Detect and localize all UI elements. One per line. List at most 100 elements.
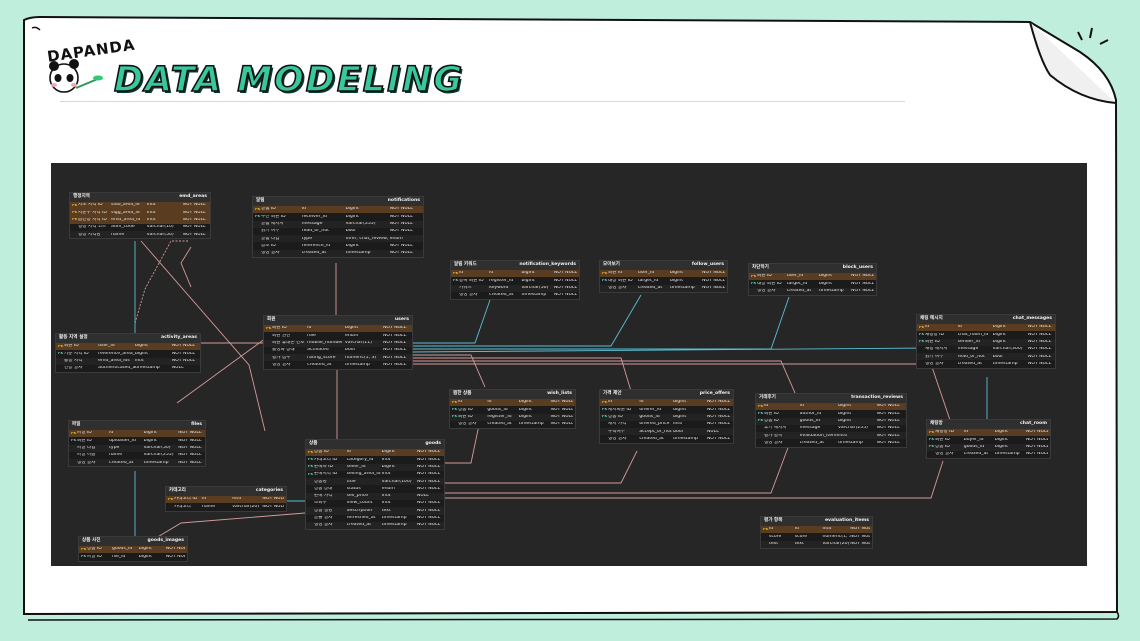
table-row: FK 회원 ID buyer_id bigint NOT NULL: [927, 436, 1050, 443]
table-row: PKididint4NOT NULL: [761, 526, 872, 534]
table-label: 평가 항목: [764, 518, 783, 524]
table-header: 가격 제안 price_offers: [600, 390, 733, 399]
table-cell: 상품 ID: [314, 450, 329, 455]
table-notifications[interactable]: 알림 notifications PK 알림 ID id bigint NOT NULL FK…: [252, 196, 424, 259]
table-cell: created_at: [301, 251, 327, 256]
table-cell: 회원 ID: [757, 274, 772, 279]
erd-canvas[interactable]: 행정지역 emd_areas PK 시도 지역 ID sido_area_id int4 N…: [51, 163, 1087, 566]
table-cell: name: [202, 504, 216, 509]
table-name: goods_images: [147, 538, 184, 544]
table-cell: NOT NULL: [706, 407, 731, 412]
table-follow_users[interactable]: 모아보기 follow_users PK 회원 id user_id bigint NOT …: [599, 260, 728, 293]
table-cell: id: [799, 404, 804, 409]
table-row: 끌올 일자 refreshed_at timestamp NOT NULL: [306, 515, 444, 522]
table-cell: 회원 ID: [925, 339, 940, 344]
table-cell: NOT NULL: [389, 207, 413, 212]
table-cell: evaluation_items: [799, 433, 839, 438]
table-cell: NOT NULL: [389, 243, 413, 248]
table-cell: enum: [389, 236, 403, 241]
table-row: 상품 상태 status enum NOT NULL: [306, 485, 444, 492]
table-row: FK 회원 ID uploader_id bigint NOT NULL: [69, 437, 205, 444]
table-block_users[interactable]: 차단하기 block_users PK 회원 ID user_id bigint NOT N…: [748, 263, 877, 296]
table-cell: bigint: [134, 351, 149, 356]
table-label: 알림: [256, 198, 265, 204]
table-price_offers[interactable]: 가격 제안 price_offers PK id id bigint NOT NULL FK 제…: [599, 389, 734, 444]
table-row: FK 채팅방 ID chat_room_id bigint NOT NULL: [917, 331, 1055, 338]
table-name: emd_areas: [179, 194, 207, 200]
table-label: 상품: [309, 441, 318, 447]
table-cell: NOT NULL: [1027, 339, 1052, 344]
table-cell: emd_area_id: [111, 217, 141, 222]
table-row: PK 채팅방 ID id bigint NOT NULL: [927, 429, 1050, 437]
table-evaluation_items[interactable]: 평가 항목evaluation_itemsPKididint4NOT NULLs…: [760, 516, 873, 549]
table-categories[interactable]: 카테고리 categories PK 카테고리 ID id int4 NOT NULL 카테고…: [165, 486, 287, 512]
table-cell: register_id: [489, 278, 514, 283]
table-chat_room[interactable]: 채팅방 chat_room PK 채팅방 ID id bigint NOT NULL FK 회원…: [926, 419, 1051, 460]
table-cell: bigint: [521, 278, 535, 283]
table-cell: 알림 ID: [261, 207, 276, 212]
table-cell: 인증 일자: [64, 366, 83, 371]
table-cell: NOT NULL: [876, 411, 900, 416]
table-cell: enum: [381, 486, 395, 491]
table-cell: bigint: [345, 207, 359, 212]
table-label: 찜한 상품: [453, 391, 472, 397]
table-cell: 회원 id: [608, 271, 623, 276]
link-emd-dash: [180, 246, 192, 288]
table-label: 거래후기: [759, 395, 776, 401]
table-label: 모아보기: [603, 262, 620, 268]
table-activity_areas[interactable]: 활동 지역 설정 activity_areas PK 회원 ID user_id bigi…: [55, 333, 201, 374]
table-emd_areas[interactable]: 행정지역 emd_areas PK 시도 지역 ID sido_area_id int4 N…: [69, 192, 211, 240]
table-transaction_reviews[interactable]: 거래후기 transaction_reviews PK id id bigint NOT N…: [755, 393, 907, 448]
table-row: 생성 일자 created_at timestamp NOT NULL: [451, 292, 579, 299]
table-header: 채팅방 chat_room: [927, 420, 1050, 429]
table-cell: id: [957, 325, 962, 330]
table-row: 생성 일자 created_at timestamp NOT NULL: [306, 521, 444, 530]
table-wish_lists[interactable]: 찜한 상품 wish_lists PK id id bigint NOT NULL FK 상품 …: [449, 389, 576, 430]
table-cell: timestamp: [143, 460, 169, 465]
table-cell: score: [769, 534, 782, 539]
table-cell: int4: [146, 217, 156, 222]
table-row: FK 회원 ID register_id bigint NOT NULL: [450, 413, 575, 421]
table-cell: 시도 지역 ID: [78, 203, 103, 208]
table-cell: created_at: [786, 288, 812, 293]
table-row: 알림 메시지 message varchar(255) NOT NULL: [253, 220, 423, 228]
link-goods-review: [436, 444, 790, 494]
table-cell: score: [794, 534, 808, 539]
link-emd-activity: [134, 240, 188, 324]
table-cell: bigint: [345, 326, 359, 331]
table-row: PK id id bigint NOT NULL: [451, 270, 579, 278]
table-cell: NOT NULL: [382, 362, 407, 367]
table-cell: timestamp: [818, 288, 844, 293]
table-goods_images[interactable]: 상품 사진 goods_images PK 상품 ID goods_id bigint NO…: [78, 536, 188, 562]
table-cell: 생성 일자: [458, 422, 477, 427]
table-cell: 생성 일자: [608, 436, 627, 441]
table-cell: NOT NULL: [416, 516, 441, 521]
table-cell: NOT NULL: [178, 431, 202, 436]
table-chat_messages[interactable]: 채팅 메시지 chat_messages PK id id bigint NOT NULL F…: [916, 314, 1056, 369]
table-cell: created_at: [799, 440, 825, 445]
table-cell: NOT NULL: [553, 285, 577, 290]
table-name: notification_keywords: [519, 262, 576, 268]
table-files[interactable]: 파일 files PK 파일 ID id bigint NOT NULL FK 회원 ID upl…: [68, 420, 206, 468]
table-cell: 생성 일자: [459, 293, 478, 298]
table-goods[interactable]: 상품 goods PK 상품 ID id bigint NOT NULL FK 카테고리 ID c…: [305, 439, 445, 531]
table-cell: varchar(20): [822, 541, 850, 546]
table-users[interactable]: 회원 users PK 회원 ID id bigint NOT NULL 회원 권한 role e…: [263, 315, 413, 370]
table-cell: mobile_number: [307, 340, 343, 345]
table-cell: 카테고리 ID: [174, 497, 198, 502]
table-cell: varchar(50): [521, 285, 549, 290]
table-cell: 평가 항목: [764, 433, 783, 438]
table-notification_keywords[interactable]: 알림 키워드 notification_keywords PK id id bigint N…: [450, 260, 580, 301]
table-cell: goods_id: [799, 418, 821, 423]
table-cell: 활성화 상태: [272, 348, 295, 353]
table-cell: 등록 회원 ID: [459, 278, 484, 283]
table-cell: id: [608, 400, 613, 405]
table-name: follow_users: [691, 262, 724, 268]
table-cell: created_at: [957, 361, 983, 366]
table-cell: NOT NULL: [182, 232, 206, 237]
table-header: 카테고리 categories: [166, 487, 286, 496]
table-cell: NOT NULL: [1025, 437, 1048, 442]
table-cell: 생성 일자: [608, 285, 627, 290]
table-cell: int4: [134, 358, 144, 363]
table-label: 차단하기: [752, 265, 769, 271]
